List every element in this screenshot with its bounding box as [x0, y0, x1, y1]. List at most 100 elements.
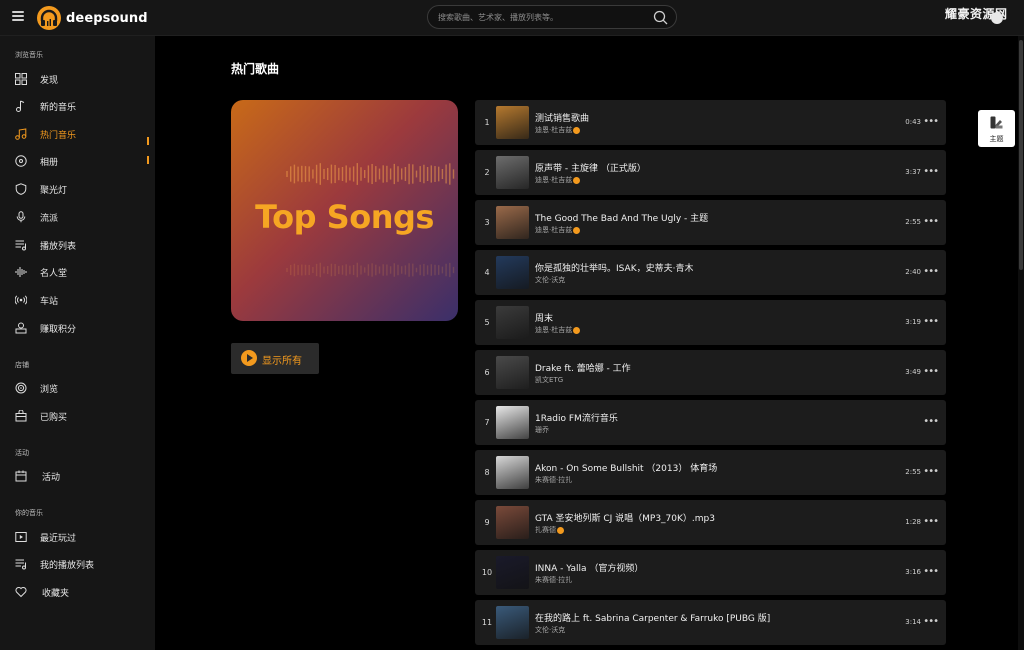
section-title-your-music: 你的音乐: [15, 509, 43, 517]
track-thumbnail[interactable]: [496, 606, 529, 639]
more-options-icon[interactable]: •••: [923, 416, 939, 427]
track-thumbnail[interactable]: [496, 556, 529, 589]
shield-icon: [15, 183, 27, 195]
track-number: 10: [481, 568, 493, 577]
track-title[interactable]: 周末: [535, 311, 553, 324]
track-title[interactable]: 1Radio FM流行音乐: [535, 411, 618, 424]
more-options-icon[interactable]: •••: [923, 466, 939, 477]
track-thumbnail[interactable]: [496, 506, 529, 539]
more-options-icon[interactable]: •••: [923, 566, 939, 577]
sidebar-item-earn-points[interactable]: 赚取积分: [0, 317, 155, 339]
search-bar[interactable]: [427, 5, 677, 29]
track-title[interactable]: Drake ft. 蕾哈娜 - 工作: [535, 361, 631, 374]
track-artist[interactable]: 迪恩·杜吉兹: [535, 325, 581, 335]
track-title[interactable]: 在我的路上 ft. Sabrina Carpenter & Farruko [P…: [535, 611, 770, 624]
track-row[interactable]: 8 Akon - On Some Bullshit （2013） 体育场 朱赛德·拉…: [475, 450, 946, 495]
track-thumbnail[interactable]: [496, 306, 529, 339]
sidebar-item-playlists[interactable]: 播放列表: [0, 234, 155, 256]
track-row[interactable]: 3 The Good The Bad And The Ugly - 主题 迪恩·杜吉…: [475, 200, 946, 245]
track-artist[interactable]: 文伦·沃克: [535, 625, 565, 635]
sidebar-item-genres[interactable]: 流派: [0, 206, 155, 228]
sidebar-item-stations[interactable]: 车站: [0, 289, 155, 311]
music-notes-icon: [15, 128, 27, 140]
track-row[interactable]: 7 1Radio FM流行音乐 珊乔 •••: [475, 400, 946, 445]
track-thumbnail[interactable]: [496, 206, 529, 239]
track-title[interactable]: GTA 圣安地列斯 CJ 说唱（MP3_70K）.mp3: [535, 511, 715, 524]
track-row[interactable]: 11 在我的路上 ft. Sabrina Carpenter & Farruko …: [475, 600, 946, 645]
more-options-icon[interactable]: •••: [923, 166, 939, 177]
sidebar-item-browse[interactable]: 浏览: [0, 377, 155, 399]
palette-icon: [990, 116, 1003, 129]
track-thumbnail[interactable]: [496, 356, 529, 389]
track-artist[interactable]: 迪恩·杜吉兹: [535, 125, 581, 135]
more-options-icon[interactable]: •••: [923, 216, 939, 227]
more-options-icon[interactable]: •••: [923, 316, 939, 327]
track-artist[interactable]: 文伦·沃克: [535, 275, 565, 285]
more-options-icon[interactable]: •••: [923, 116, 939, 127]
track-title[interactable]: 原声带 - 主旋律 （正式版）: [535, 161, 646, 174]
track-duration: 3:49: [905, 368, 921, 376]
more-options-icon[interactable]: •••: [923, 616, 939, 627]
artist-name: 迪恩·杜吉兹: [535, 176, 573, 184]
artist-name: 迪恩·杜吉兹: [535, 126, 573, 134]
scrollbar-thumb[interactable]: [1019, 40, 1023, 270]
track-row[interactable]: 10 INNA - Yalla （官方视频） 朱赛德·拉扎 3:16 •••: [475, 550, 946, 595]
track-thumbnail[interactable]: [496, 406, 529, 439]
sidebar-item-top-music[interactable]: 热门音乐: [0, 123, 155, 164]
user-avatar-icon[interactable]: [991, 12, 1003, 24]
track-number: 11: [481, 618, 493, 627]
logo[interactable]: deepsound: [37, 6, 148, 30]
calendar-icon: [15, 470, 27, 482]
track-row[interactable]: 2 原声带 - 主旋律 （正式版） 迪恩·杜吉兹 3:37 •••: [475, 150, 946, 195]
sidebar-item-discover[interactable]: 发现: [0, 68, 155, 90]
sidebar-item-hall-of-fame[interactable]: 名人堂: [0, 261, 155, 283]
sidebar-item-new-music[interactable]: 新的音乐: [0, 95, 155, 117]
track-title[interactable]: INNA - Yalla （官方视频）: [535, 561, 643, 574]
artist-name: 扎赛德: [535, 526, 556, 534]
track-thumbnail[interactable]: [496, 456, 529, 489]
play-circle-icon: [241, 350, 257, 366]
track-row[interactable]: 5 周末 迪恩·杜吉兹 3:19 •••: [475, 300, 946, 345]
sidebar-item-my-playlists[interactable]: 我的播放列表: [0, 553, 155, 575]
track-number: 6: [484, 368, 490, 377]
track-thumbnail[interactable]: [496, 156, 529, 189]
top-songs-cover[interactable]: Top Songs: [231, 100, 458, 321]
track-artist[interactable]: 珊乔: [535, 425, 549, 435]
track-artist[interactable]: 迪恩·杜吉兹: [535, 175, 581, 185]
sidebar-item-label: 赚取积分: [40, 324, 77, 335]
track-artist[interactable]: 朱赛德·拉扎: [535, 475, 572, 485]
sidebar-item-favorites[interactable]: 收藏夹: [0, 581, 155, 603]
track-title[interactable]: Akon - On Some Bullshit （2013） 体育场: [535, 461, 717, 474]
track-row[interactable]: 6 Drake ft. 蕾哈娜 - 工作 凯文ETG 3:49 •••: [475, 350, 946, 395]
menu-icon[interactable]: [12, 11, 24, 21]
track-thumbnail[interactable]: [496, 256, 529, 289]
track-title[interactable]: 你是孤独的壮举吗。ISAK，史蒂夫·青木: [535, 261, 693, 274]
track-artist[interactable]: 扎赛德: [535, 525, 564, 535]
track-row[interactable]: 9 GTA 圣安地列斯 CJ 说唱（MP3_70K）.mp3 扎赛德 1:28 •••: [475, 500, 946, 545]
search-icon[interactable]: [653, 10, 668, 25]
track-number: 2: [484, 168, 490, 177]
track-title[interactable]: 测试销售歌曲: [535, 111, 589, 124]
microphone-icon: [16, 211, 26, 223]
sidebar-item-recently-played[interactable]: 最近玩过: [0, 526, 155, 548]
more-options-icon[interactable]: •••: [923, 266, 939, 277]
track-thumbnail[interactable]: [496, 106, 529, 139]
show-all-button[interactable]: 显示所有: [231, 343, 319, 374]
sidebar-item-spotlight[interactable]: 聚光灯: [0, 178, 155, 200]
theme-button[interactable]: 主题: [978, 110, 1015, 147]
more-options-icon[interactable]: •••: [923, 366, 939, 377]
sidebar-item-events[interactable]: 活动: [0, 465, 155, 487]
search-input[interactable]: [438, 9, 648, 25]
sidebar-item-albums[interactable]: 相册: [0, 150, 155, 172]
radio-icon: [15, 295, 27, 305]
track-row[interactable]: 1 测试销售歌曲 迪恩·杜吉兹 0:43 •••: [475, 100, 946, 145]
sidebar-item-purchased[interactable]: 已购买: [0, 405, 155, 427]
verified-badge-icon: [573, 176, 581, 184]
track-artist[interactable]: 朱赛德·拉扎: [535, 575, 572, 585]
track-artist[interactable]: 凯文ETG: [535, 375, 563, 385]
logo-text: deepsound: [66, 10, 148, 26]
track-row[interactable]: 4 你是孤独的壮举吗。ISAK，史蒂夫·青木 文伦·沃克 2:40 •••: [475, 250, 946, 295]
track-artist[interactable]: 迪恩·杜吉兹: [535, 225, 581, 235]
track-title[interactable]: The Good The Bad And The Ugly - 主题: [535, 211, 708, 224]
more-options-icon[interactable]: •••: [923, 516, 939, 527]
